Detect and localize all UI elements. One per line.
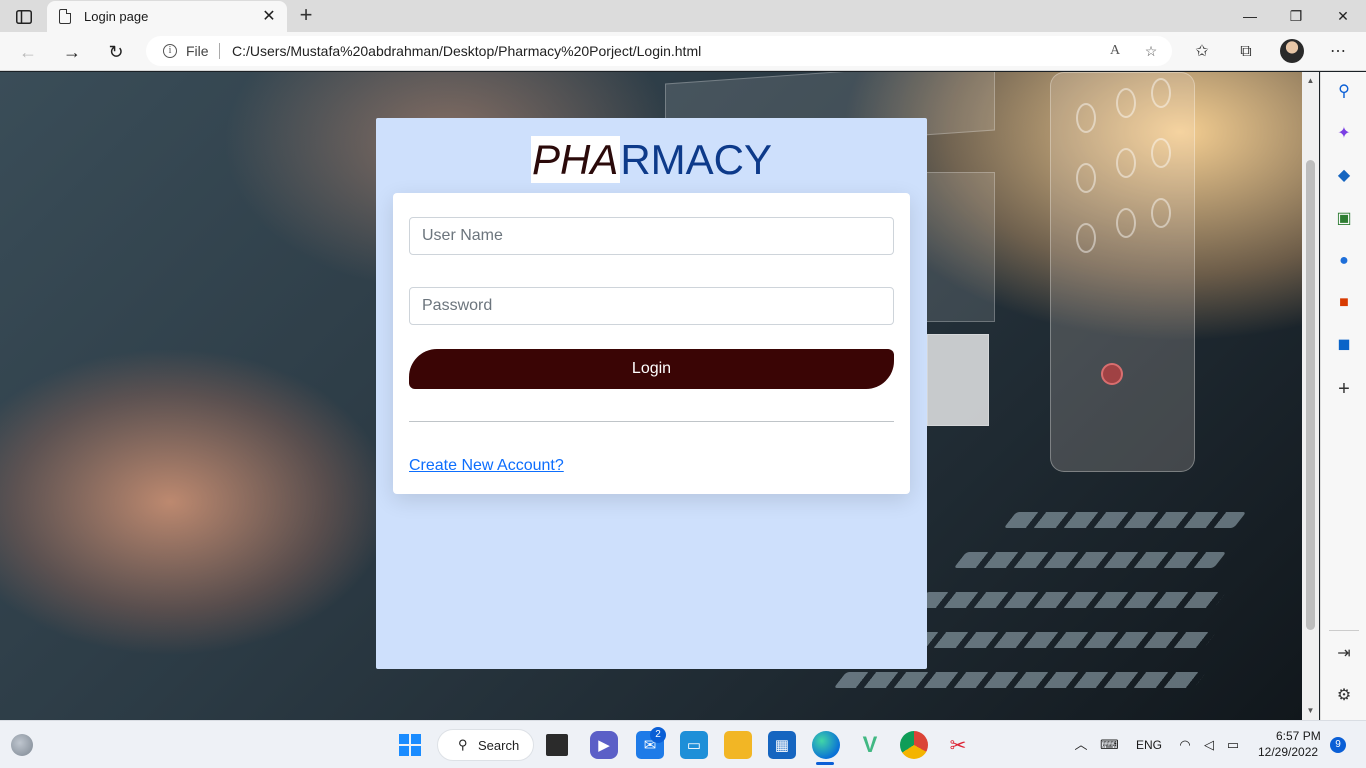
keyboard-row bbox=[833, 672, 1207, 688]
scroll-thumb[interactable] bbox=[1306, 160, 1315, 630]
notification-badge[interactable]: 9 bbox=[1330, 737, 1346, 753]
address-bar[interactable]: i File C:/Users/Mustafa%20abdrahman/Desk… bbox=[146, 36, 1172, 66]
minimize-button[interactable]: — bbox=[1239, 6, 1261, 26]
background-phone bbox=[1050, 72, 1195, 472]
info-icon[interactable]: i bbox=[163, 44, 177, 58]
phone-key bbox=[1076, 103, 1096, 133]
brand-title-part2: RMACY bbox=[620, 136, 773, 183]
search-icon[interactable]: ⚲ bbox=[1334, 82, 1354, 102]
password-input[interactable] bbox=[409, 287, 894, 325]
forward-button[interactable]: → bbox=[60, 40, 84, 64]
brand-title: PHARMACY bbox=[376, 136, 927, 184]
language-indicator[interactable]: ENG bbox=[1136, 738, 1162, 752]
taskbar-search[interactable]: ⚲ Search bbox=[437, 729, 534, 761]
tools-icon[interactable]: ▣ bbox=[1334, 209, 1354, 229]
page-viewport: PHARMACY Login Create New Account? bbox=[0, 72, 1302, 720]
copilot-icon[interactable]: ✦ bbox=[1334, 124, 1354, 144]
split-screen-icon[interactable]: ⇥ bbox=[1334, 644, 1354, 664]
monitor-icon[interactable]: ▭ bbox=[680, 731, 708, 759]
tab-strip: Login page ✕ + — ❐ ✕ bbox=[0, 0, 1366, 32]
add-icon[interactable]: + bbox=[1334, 379, 1354, 399]
scroll-down-icon[interactable]: ▼ bbox=[1306, 706, 1315, 715]
brand-title-part1: PHA bbox=[530, 136, 621, 183]
form-divider bbox=[409, 421, 894, 422]
edge-active-indicator bbox=[816, 762, 834, 765]
meet-icon[interactable]: ▶ bbox=[590, 731, 618, 759]
close-tab-icon[interactable]: ✕ bbox=[259, 7, 279, 27]
refresh-button[interactable]: ↻ bbox=[104, 40, 128, 64]
volume-icon[interactable]: ◁ bbox=[1200, 736, 1218, 754]
phone-key bbox=[1076, 163, 1096, 193]
phone-key bbox=[1101, 363, 1123, 385]
chrome-icon[interactable] bbox=[900, 731, 928, 759]
vue-icon[interactable]: V bbox=[856, 731, 884, 759]
start-icon[interactable] bbox=[396, 731, 424, 759]
add-favorite-icon[interactable]: ☆ bbox=[1142, 42, 1160, 60]
background-panel bbox=[927, 334, 989, 426]
url-separator bbox=[219, 43, 220, 59]
games-icon[interactable]: ● bbox=[1334, 251, 1354, 271]
settings-icon[interactable]: ⚙ bbox=[1334, 686, 1354, 706]
tab-title: Login page bbox=[84, 9, 149, 24]
tab-actions-icon[interactable] bbox=[10, 6, 38, 28]
task-view-icon[interactable] bbox=[546, 734, 568, 756]
read-aloud-icon[interactable]: A bbox=[1106, 42, 1124, 60]
taskbar-search-label: Search bbox=[478, 738, 520, 753]
file-explorer-icon[interactable] bbox=[724, 731, 752, 759]
login-form: Login Create New Account? bbox=[393, 193, 910, 494]
snipping-tool-icon[interactable]: ✂ bbox=[944, 731, 972, 759]
keyboard-row bbox=[913, 592, 1227, 608]
background-panel bbox=[925, 172, 995, 322]
phone-key bbox=[1151, 198, 1171, 228]
username-input[interactable] bbox=[409, 217, 894, 255]
phone-key bbox=[1076, 223, 1096, 253]
taskbar: ⚲ Search ▶ ✉ 2 ▭ ▦ V ✂ ︿ ⌨ ENG ◠ ◁ ▭ 6:5… bbox=[0, 720, 1366, 768]
more-icon[interactable]: ⋯ bbox=[1327, 41, 1349, 63]
phone-key bbox=[1151, 138, 1171, 168]
store-icon[interactable]: ▦ bbox=[768, 731, 796, 759]
edge-icon[interactable] bbox=[812, 731, 840, 759]
phone-key bbox=[1116, 88, 1136, 118]
keyboard-icon[interactable]: ⌨ bbox=[1100, 736, 1119, 754]
clock-date[interactable]: 12/29/2022 bbox=[1258, 745, 1318, 759]
scroll-up-icon[interactable]: ▲ bbox=[1306, 76, 1315, 85]
login-container: PHARMACY Login Create New Account? bbox=[376, 118, 927, 669]
search-glyph-icon: ⚲ bbox=[458, 737, 468, 752]
edge-sidebar: ⚲ ✦ ◆ ▣ ● ■ ◼ + ⇥ ⚙ bbox=[1320, 72, 1366, 720]
phone-key bbox=[1116, 208, 1136, 238]
phone-key bbox=[1116, 148, 1136, 178]
create-account-link[interactable]: Create New Account? bbox=[409, 457, 564, 475]
wifi-icon[interactable]: ◠ bbox=[1176, 736, 1194, 754]
page-scrollbar[interactable]: ▲ ▼ bbox=[1302, 72, 1319, 720]
tab-login-page[interactable]: Login page ✕ bbox=[47, 1, 287, 32]
collections-icon[interactable]: ⧉ bbox=[1235, 41, 1257, 63]
office-icon[interactable]: ■ bbox=[1334, 293, 1354, 313]
page-icon bbox=[59, 9, 71, 24]
sidebar-separator bbox=[1329, 630, 1359, 631]
shopping-tag-icon[interactable]: ◆ bbox=[1334, 166, 1354, 186]
battery-icon[interactable]: ▭ bbox=[1224, 736, 1242, 754]
profile-avatar[interactable] bbox=[1280, 39, 1304, 63]
restore-button[interactable]: ❐ bbox=[1285, 6, 1307, 26]
widgets-icon[interactable] bbox=[11, 734, 33, 756]
address-bar-row: ← → ↻ i File C:/Users/Mustafa%20abdrahma… bbox=[0, 32, 1366, 71]
clock-time[interactable]: 6:57 PM bbox=[1276, 729, 1321, 743]
keyboard-row bbox=[953, 552, 1227, 568]
show-hidden-icons[interactable]: ︿ bbox=[1072, 736, 1090, 754]
mail-badge: 2 bbox=[650, 727, 666, 743]
login-button[interactable]: Login bbox=[409, 349, 894, 389]
new-tab-button[interactable]: + bbox=[294, 4, 318, 28]
back-button[interactable]: ← bbox=[16, 40, 40, 64]
keyboard-row bbox=[1003, 512, 1247, 528]
url-text[interactable]: C:/Users/Mustafa%20abdrahman/Desktop/Pha… bbox=[232, 43, 701, 59]
phone-key bbox=[1151, 78, 1171, 108]
favorites-icon[interactable]: ✩ bbox=[1191, 41, 1213, 63]
close-window-button[interactable]: ✕ bbox=[1332, 6, 1354, 26]
outlook-icon[interactable]: ◼ bbox=[1334, 335, 1354, 355]
file-label: File bbox=[186, 43, 209, 59]
